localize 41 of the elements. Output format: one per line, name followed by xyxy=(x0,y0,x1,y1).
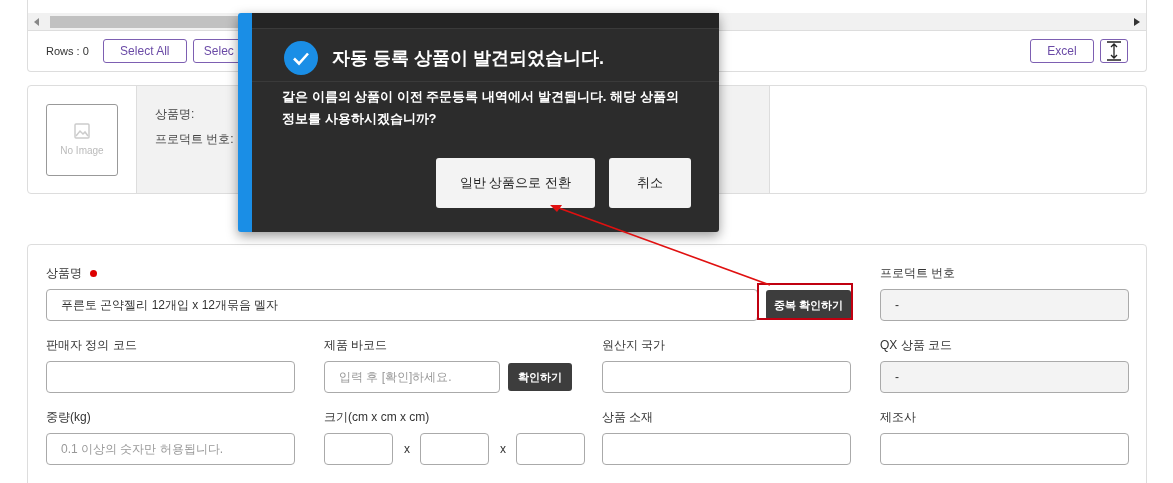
times-sign: x xyxy=(404,442,409,456)
select-button[interactable]: Select All xyxy=(102,39,187,63)
field-label: 중량(kg) xyxy=(46,408,91,426)
dialog-button[interactable]: 일반 상품으로 전환 xyxy=(435,158,595,208)
dialog-message: 같은 이름의 상품이 이전 주문등록 내역에서 발견됩니다. 해당 상품의 정보를 사용하시겠습니까? xyxy=(282,88,680,128)
product-name-field[interactable]: 푸른토 곤약젤리 12개입 x 12개묶음 멜자 xyxy=(46,289,758,321)
info-label: 프로덕트 번호: xyxy=(155,131,235,148)
input-field[interactable]: 0.1 이상의 숫자만 허용됩니다. xyxy=(46,433,295,465)
size-field[interactable] xyxy=(420,433,489,465)
scroll-right-icon[interactable] xyxy=(1134,17,1140,26)
field-label: 판매자 정의 코드 xyxy=(46,336,137,354)
no-image-text: No Image xyxy=(60,145,104,156)
times-sign: x xyxy=(500,442,505,456)
duplicate-check-button[interactable]: 중복 확인하기 xyxy=(765,290,851,320)
readonly-field[interactable]: - xyxy=(880,289,1129,321)
check-icon xyxy=(284,41,318,75)
excel-button[interactable]: Excel xyxy=(1030,39,1094,63)
field-label: 상품명 xyxy=(46,264,82,282)
rows-count: Rows : 0 xyxy=(46,45,89,57)
field-label: 프로덕트 번호 xyxy=(880,264,956,282)
field-label: 원산지 국가 xyxy=(602,336,666,354)
barcode-field[interactable]: 입력 후 [확인]하세요. xyxy=(324,361,500,393)
field-label: 제품 바코드 xyxy=(324,336,388,354)
field-label: 크기(cm x cm x cm) xyxy=(324,408,430,426)
dialog-title: 자동 등록 상품이 발견되었습니다. xyxy=(332,47,604,70)
info-label: 상품명: xyxy=(155,106,196,123)
input-field[interactable] xyxy=(880,433,1129,465)
input-field[interactable] xyxy=(602,433,851,465)
field-label: QX 상품 코드 xyxy=(880,336,952,354)
field-label: 제조사 xyxy=(880,408,916,426)
size-field[interactable] xyxy=(516,433,585,465)
field-label: 상품 소재 xyxy=(602,408,654,426)
scroll-left-icon[interactable] xyxy=(34,17,40,26)
readonly-field[interactable]: - xyxy=(880,361,1129,393)
dialog-button[interactable]: 취소 xyxy=(609,158,691,208)
image-icon xyxy=(74,123,90,139)
size-field[interactable] xyxy=(324,433,393,465)
input-field[interactable] xyxy=(46,361,295,393)
confirm-button[interactable]: 확인하기 xyxy=(508,363,572,391)
input-field[interactable] xyxy=(602,361,851,393)
resize-button[interactable] xyxy=(1100,39,1128,63)
